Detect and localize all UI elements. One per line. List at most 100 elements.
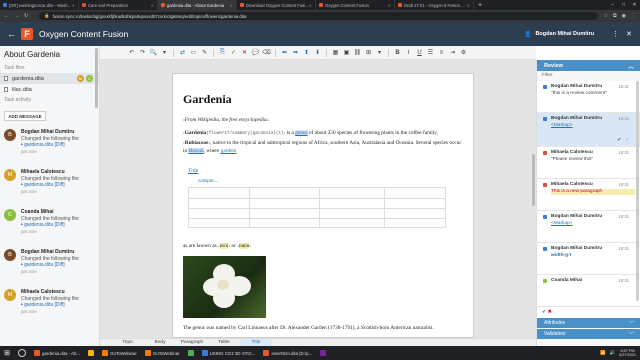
- diff-link[interactable]: [Diff]: [54, 262, 64, 268]
- insert-link-icon[interactable]: ⛓: [352, 49, 363, 56]
- accept-change-icon[interactable]: ✓: [228, 49, 239, 56]
- find-icon[interactable]: 🔍: [148, 49, 159, 56]
- minimize-icon[interactable]: –: [607, 2, 618, 8]
- figure-block[interactable]: Title cosspec...: [188, 168, 463, 228]
- highlight-icon[interactable]: ✎: [199, 49, 210, 56]
- review-card[interactable]: Mihaela Calotescu 18:31 "Please review thi…: [537, 147, 640, 179]
- profile-icon[interactable]: ◉: [622, 13, 626, 19]
- user-menu[interactable]: 👤 Bogdan Mihai Dumitru: [524, 31, 594, 38]
- breadcrumb-tab[interactable]: Body: [144, 339, 176, 346]
- taskbar-item[interactable]: GoToWebinar: [141, 346, 184, 360]
- browser-tab[interactable]: Draft 27.01 - Oxygen 6 Fusion ... ✕: [395, 0, 474, 10]
- validation-section[interactable]: Validation ﹀: [537, 328, 640, 339]
- first-paragraph[interactable]: ›Gardenia(flowers?/summary(gardenia)(t)‹…: [183, 129, 463, 155]
- tab-close-icon[interactable]: ✕: [309, 3, 312, 8]
- search-icon[interactable]: [18, 349, 26, 357]
- activity-file-link[interactable]: gardenia.dita: [24, 222, 53, 228]
- file-item[interactable]: lilac.dita: [0, 84, 99, 95]
- view-options-icon[interactable]: ⚙: [458, 49, 469, 56]
- indent-icon[interactable]: ⇥: [447, 49, 458, 56]
- tab-close-icon[interactable]: ✕: [151, 3, 154, 8]
- breadcrumb-tab[interactable]: Table: [208, 339, 240, 346]
- add-message-button[interactable]: ADD MESSAGE: [4, 111, 46, 121]
- accept-all-icon[interactable]: ✔: [542, 309, 546, 315]
- review-scrollbar[interactable]: [636, 81, 639, 301]
- review-card[interactable]: Bogdan Mihai Dumitru 18:31 <Markup>: [537, 211, 640, 243]
- undo-icon[interactable]: ↶: [126, 49, 137, 56]
- tab-close-icon[interactable]: ✕: [467, 3, 470, 8]
- italic-icon[interactable]: I: [403, 50, 414, 56]
- browser-tab[interactable]: [OR] washingtoncar.dita - Wash... ✕: [0, 0, 79, 10]
- diff-link[interactable]: [Diff]: [54, 222, 64, 228]
- document-title[interactable]: Gardenia: [183, 92, 463, 107]
- maximize-icon[interactable]: □: [618, 2, 629, 8]
- review-card[interactable]: Bogdan Mihai Dumitru 18:31 "this is a revi…: [537, 81, 640, 113]
- browser-tab[interactable]: gardenia.dita - About Gardenia ✕: [158, 0, 237, 10]
- diff-link[interactable]: [Diff]: [54, 182, 64, 188]
- more-options-icon[interactable]: ⋮: [612, 30, 619, 38]
- reject-change-icon[interactable]: ✕: [239, 49, 250, 56]
- genus-paragraph[interactable]: The genus was named by Carl Linnaeus aft…: [183, 324, 463, 332]
- document-page[interactable]: Gardenia ›From Wikipedia, the free encyc…: [172, 73, 474, 338]
- start-icon[interactable]: ⊞: [0, 349, 14, 357]
- track-changes-icon[interactable]: ⇄: [177, 49, 188, 56]
- move-down-icon[interactable]: ⬇: [312, 49, 323, 56]
- review-card[interactable]: Bogdan Mihai Dumitru 18:31 <Markup> ✔ ›: [537, 113, 640, 147]
- move-up-icon[interactable]: ⬆: [301, 49, 312, 56]
- close-icon[interactable]: ✕: [626, 30, 632, 38]
- more-tools-icon[interactable]: ▾: [374, 49, 385, 56]
- forward-nav-icon[interactable]: →: [14, 13, 19, 19]
- review-card[interactable]: Coanda Mihai 18:31: [537, 275, 640, 307]
- diff-link[interactable]: [Diff]: [54, 302, 64, 308]
- table[interactable]: [188, 186, 446, 228]
- dropdown-icon[interactable]: ▾: [159, 49, 170, 56]
- close-window-icon[interactable]: ✕: [629, 2, 640, 8]
- next-icon[interactable]: ›: [626, 137, 628, 144]
- breadcrumb-tab[interactable]: Paragraph: [176, 339, 208, 346]
- review-filter[interactable]: Filter: [537, 71, 640, 81]
- url-field[interactable]: 🔒 fusion.sync.ro/tasks/dqj/gxxxkfjbkadk4h…: [39, 12, 598, 20]
- taskbar-item[interactable]: USING CG2 3D STIC...: [198, 346, 260, 360]
- insert-table-icon[interactable]: ▦: [330, 49, 341, 56]
- browser-tab[interactable]: Download Oxygen Content Fusi... ✕: [237, 0, 316, 10]
- editor-scrollbar[interactable]: [532, 154, 535, 206]
- review-card[interactable]: Mihaela Calotescu 18:31 This is a new para…: [537, 179, 640, 211]
- taskbar-item[interactable]: gardenia.dita - Ab...: [30, 346, 84, 360]
- taskbar-item[interactable]: [316, 346, 330, 360]
- activity-file-link[interactable]: gardenia.dita: [24, 142, 53, 148]
- attributes-section[interactable]: Attributes ﹀: [537, 317, 640, 328]
- clock[interactable]: 8:57 PM 5/27/2021: [619, 349, 636, 358]
- browser-tab[interactable]: Oxygen Content Fusion ✕: [316, 0, 395, 10]
- star-icon[interactable]: ☆: [604, 13, 608, 19]
- add-comment-icon[interactable]: ▭: [188, 49, 199, 56]
- insert-element-icon[interactable]: ⊞: [363, 49, 374, 56]
- file-item[interactable]: gardenia.dita M C: [0, 73, 99, 84]
- browser-tab[interactable]: Care and Preparation ✕: [79, 0, 158, 10]
- bold-icon[interactable]: B: [392, 50, 403, 56]
- known-as-paragraph[interactable]: as are known as ›na'u‹ or ›nanu‹: [183, 242, 463, 250]
- activity-file-link[interactable]: gardenia.dita: [24, 262, 53, 268]
- breadcrumb-tab[interactable]: Title: [240, 339, 272, 346]
- move-right-icon[interactable]: ➡: [290, 49, 301, 56]
- back-arrow-icon[interactable]: ←: [7, 29, 17, 39]
- tab-close-icon[interactable]: ✕: [72, 3, 75, 8]
- taskbar-item[interactable]: [184, 346, 198, 360]
- collapsed-element[interactable]: cosspec...: [198, 178, 463, 183]
- tab-close-icon[interactable]: ✕: [230, 3, 233, 8]
- accept-icon[interactable]: ✔: [617, 137, 621, 144]
- taskbar-item[interactable]: GoToWebinar: [98, 346, 141, 360]
- list-icon[interactable]: ☰: [425, 49, 436, 56]
- track-changes-toggle-icon[interactable]: ⎘: [217, 49, 228, 56]
- gardenia-image[interactable]: [183, 256, 266, 319]
- network-icon[interactable]: 📶: [600, 350, 605, 356]
- diff-link[interactable]: [Diff]: [54, 142, 64, 148]
- left-scrollbar[interactable]: [95, 48, 98, 108]
- move-left-icon[interactable]: ⬅: [279, 49, 290, 56]
- figure-title[interactable]: Title: [188, 168, 463, 174]
- taskbar-item[interactable]: insertSim.dita [D:\p...: [259, 346, 316, 360]
- ordered-list-icon[interactable]: ≡: [436, 50, 447, 56]
- reject-all-icon[interactable]: ✖: [548, 309, 552, 315]
- new-tab-icon[interactable]: +: [478, 2, 482, 9]
- tab-close-icon[interactable]: ✕: [388, 3, 391, 8]
- reload-icon[interactable]: ↻: [24, 13, 28, 19]
